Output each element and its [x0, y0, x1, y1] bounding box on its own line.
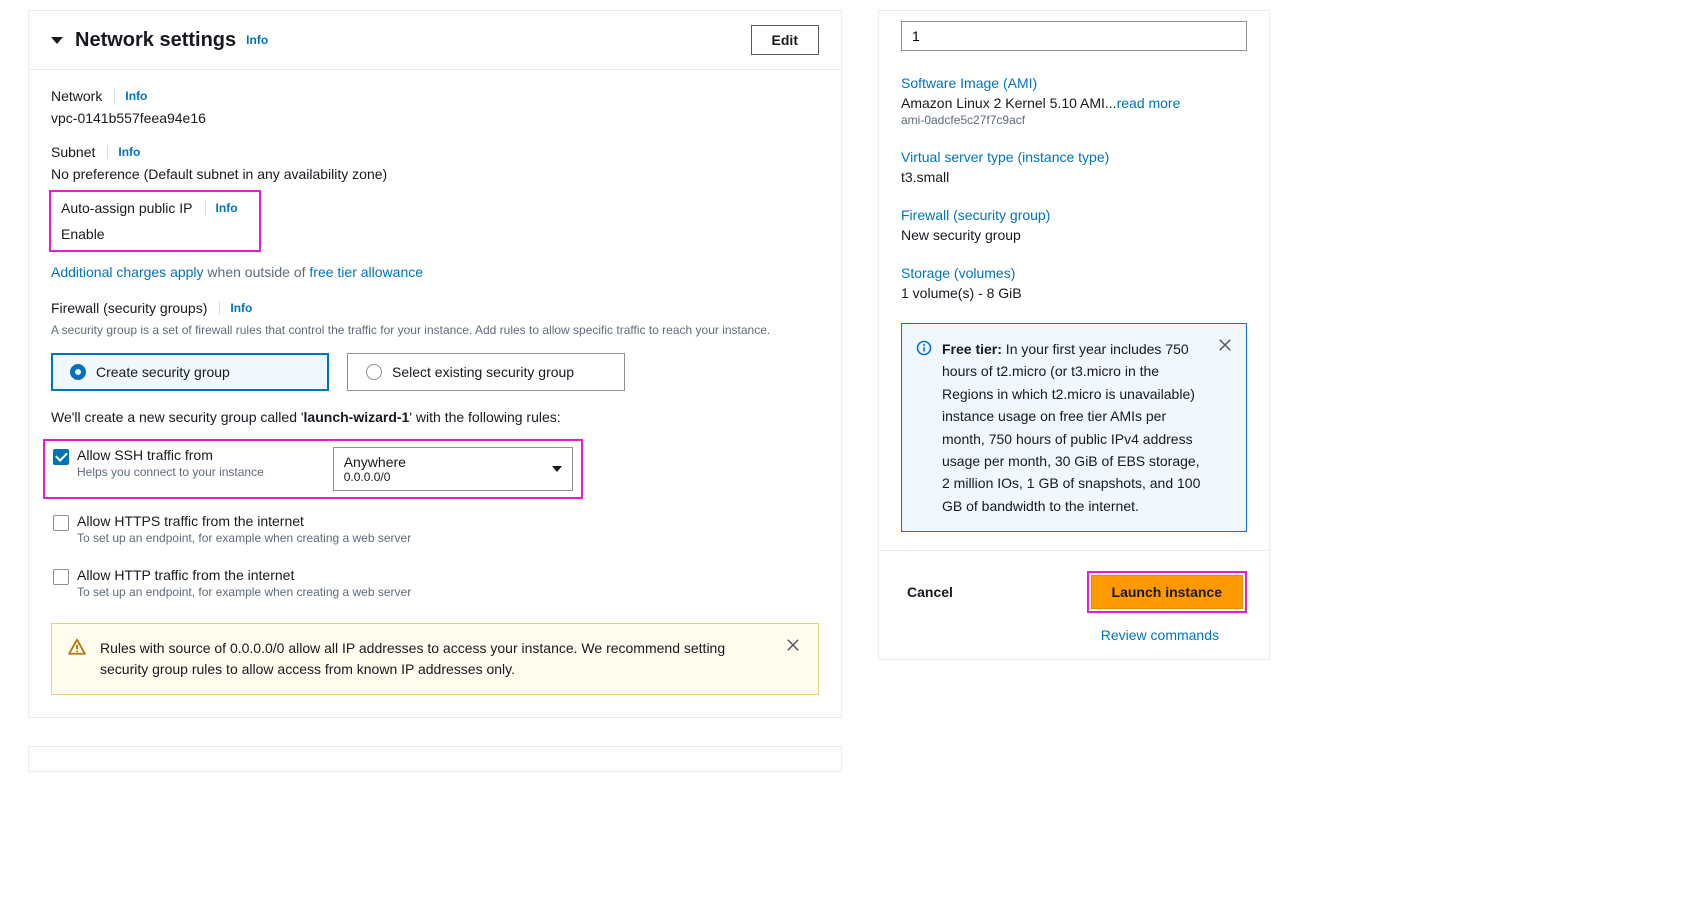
select-existing-security-group-label: Select existing security group: [392, 364, 574, 380]
ssh-source-select[interactable]: Anywhere 0.0.0.0/0: [333, 447, 573, 491]
sg-sentence-name: launch-wizard-1: [304, 409, 410, 425]
allow-https-checkbox[interactable]: [53, 515, 69, 531]
charges-line: Additional charges apply when outside of…: [51, 264, 819, 280]
network-label: Network: [51, 88, 102, 104]
allow-ssh-label: Allow SSH traffic from: [77, 447, 264, 463]
ami-read-more-link[interactable]: read more: [1117, 95, 1181, 111]
instance-type-value: t3.small: [901, 169, 1247, 185]
allow-ssh-help: Helps you connect to your instance: [77, 465, 264, 479]
close-icon[interactable]: [1218, 338, 1232, 352]
launch-instance-button[interactable]: Launch instance: [1091, 575, 1243, 609]
sg-sentence-post: ' with the following rules:: [409, 409, 560, 425]
network-settings-info-link[interactable]: Info: [246, 33, 268, 47]
warning-text: Rules with source of 0.0.0.0/0 allow all…: [100, 638, 772, 680]
network-value: vpc-0141b557feea94e16: [51, 110, 819, 126]
free-tier-body: In your first year includes 750 hours of…: [942, 341, 1200, 514]
edit-button[interactable]: Edit: [751, 25, 819, 55]
ssh-source-main: Anywhere: [344, 454, 406, 470]
subnet-value: No preference (Default subnet in any ava…: [51, 166, 819, 182]
sg-sentence-pre: We'll create a new security group called…: [51, 409, 304, 425]
firewall-description: A security group is a set of firewall ru…: [51, 322, 791, 339]
auto-assign-ip-label: Auto-assign public IP: [61, 200, 193, 216]
charges-middle: when outside of: [204, 264, 310, 280]
network-info-link[interactable]: Info: [114, 89, 147, 103]
warning-icon: [68, 638, 86, 656]
security-group-sentence: We'll create a new security group called…: [51, 409, 819, 425]
subnet-info-link[interactable]: Info: [107, 145, 140, 159]
cancel-button[interactable]: Cancel: [901, 584, 953, 600]
summary-firewall-label: Firewall (security group): [901, 207, 1247, 223]
review-commands-link[interactable]: Review commands: [1101, 627, 1219, 643]
create-security-group-radio[interactable]: Create security group: [51, 353, 329, 391]
allow-http-checkbox[interactable]: [53, 569, 69, 585]
free-tier-text: Free tier: In your first year includes 7…: [942, 338, 1208, 517]
ami-value: Amazon Linux 2 Kernel 5.10 AMI...read mo…: [901, 95, 1247, 111]
auto-assign-ip-highlight: Auto-assign public IP Info Enable: [49, 190, 261, 252]
launch-button-highlight: Launch instance: [1087, 571, 1247, 613]
close-icon[interactable]: [786, 638, 802, 654]
instance-type-label: Virtual server type (instance type): [901, 149, 1247, 165]
panel-title: Network settings: [75, 29, 236, 52]
allow-https-label: Allow HTTPS traffic from the internet: [77, 513, 411, 529]
summary-panel: Software Image (AMI) Amazon Linux 2 Kern…: [878, 10, 1270, 660]
info-icon: [916, 340, 932, 356]
caret-down-icon[interactable]: [51, 37, 63, 44]
free-tier-allowance-link[interactable]: free tier allowance: [309, 264, 423, 280]
auto-assign-ip-value: Enable: [61, 226, 249, 242]
free-tier-info: Free tier: In your first year includes 7…: [901, 323, 1247, 532]
configure-storage-panel-partial: [28, 746, 842, 772]
radio-unselected-icon: [366, 364, 382, 380]
ami-label: Software Image (AMI): [901, 75, 1247, 91]
subnet-label: Subnet: [51, 144, 95, 160]
additional-charges-link[interactable]: Additional charges apply: [51, 264, 204, 280]
allow-http-help: To set up an endpoint, for example when …: [77, 585, 411, 599]
https-rule: Allow HTTPS traffic from the internet To…: [43, 505, 819, 553]
open-source-warning: Rules with source of 0.0.0.0/0 allow all…: [51, 623, 819, 695]
panel-header: Network settings Info Edit: [29, 11, 841, 70]
firewall-label: Firewall (security groups): [51, 300, 207, 316]
storage-label: Storage (volumes): [901, 265, 1247, 281]
select-existing-security-group-radio[interactable]: Select existing security group: [347, 353, 625, 391]
ami-id: ami-0adcfe5c27f7c9acf: [901, 113, 1247, 127]
network-settings-panel: Network settings Info Edit Network Info …: [28, 10, 842, 718]
ami-value-text: Amazon Linux 2 Kernel 5.10 AMI...: [901, 95, 1117, 111]
ssh-source-sub: 0.0.0.0/0: [344, 470, 406, 484]
ssh-rule-highlight: Allow SSH traffic from Helps you connect…: [43, 439, 583, 499]
instance-count-input[interactable]: [901, 21, 1247, 51]
chevron-down-icon: [552, 466, 562, 472]
allow-http-label: Allow HTTP traffic from the internet: [77, 567, 411, 583]
allow-https-help: To set up an endpoint, for example when …: [77, 531, 411, 545]
storage-value: 1 volume(s) - 8 GiB: [901, 285, 1247, 301]
free-tier-lead: Free tier:: [942, 341, 1002, 357]
allow-ssh-checkbox[interactable]: [53, 449, 69, 465]
create-security-group-label: Create security group: [96, 364, 230, 380]
auto-assign-ip-info-link[interactable]: Info: [205, 201, 238, 215]
summary-firewall-value: New security group: [901, 227, 1247, 243]
firewall-info-link[interactable]: Info: [219, 301, 252, 315]
http-rule: Allow HTTP traffic from the internet To …: [43, 559, 819, 607]
radio-selected-icon: [70, 364, 86, 380]
